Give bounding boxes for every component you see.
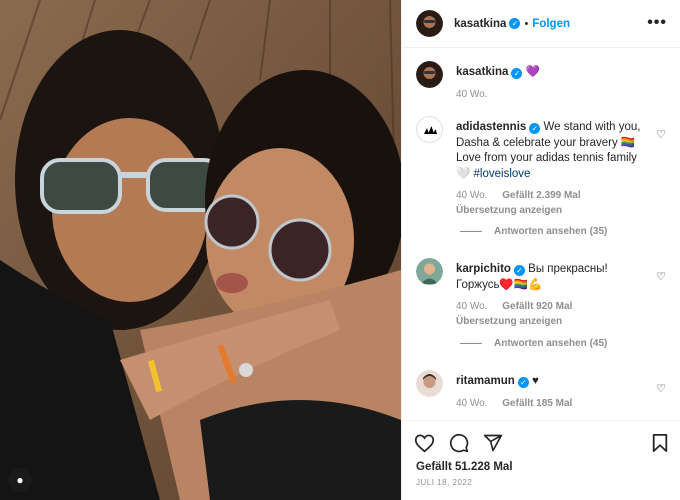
comment-like-heart-icon[interactable]: ♡ xyxy=(656,128,666,141)
share-icon[interactable] xyxy=(483,433,503,453)
comment-like-heart-icon[interactable]: ♡ xyxy=(656,270,666,283)
view-replies-button[interactable]: Antworten ansehen (45) xyxy=(460,338,607,349)
comment-like-heart-icon[interactable]: ♡ xyxy=(656,382,666,395)
translate-link[interactable]: Übersetzung anzeigen xyxy=(456,314,654,329)
hashtag-link[interactable]: #loveislove xyxy=(474,168,531,180)
view-replies-label: Antworten ansehen (45) xyxy=(494,338,608,349)
comment-avatar[interactable] xyxy=(416,116,443,143)
comment-text: ♥ xyxy=(532,375,539,387)
caption-username[interactable]: kasatkina xyxy=(456,66,508,78)
caption-time[interactable]: 40 Wo. xyxy=(456,89,488,100)
comment-time[interactable]: 40 Wo. xyxy=(456,301,488,312)
replies-divider xyxy=(460,343,482,344)
caption-avatar[interactable] xyxy=(416,61,443,88)
author-username[interactable]: kasatkina xyxy=(454,18,506,30)
post-header: kasatkina ✓ • Folgen ••• xyxy=(402,0,680,48)
comment-avatar[interactable] xyxy=(416,258,443,285)
view-replies-label: Antworten ansehen (35) xyxy=(494,226,608,237)
comment-likes[interactable]: Gefällt 920 Mal xyxy=(502,301,572,312)
comment-time[interactable]: 40 Wo. xyxy=(456,190,488,201)
verified-badge-icon: ✓ xyxy=(513,265,525,276)
post-date: JULI 18, 2022 xyxy=(416,478,473,487)
like-count[interactable]: Gefällt 51.228 Mal xyxy=(416,461,513,473)
comment-icon[interactable] xyxy=(449,433,469,453)
heart-icon[interactable] xyxy=(414,433,435,453)
post-image xyxy=(0,0,401,500)
verified-badge-icon: ✓ xyxy=(509,18,521,29)
post-photo[interactable] xyxy=(0,0,401,500)
comment-username[interactable]: ritamamun xyxy=(456,375,515,387)
bookmark-icon[interactable] xyxy=(651,433,669,453)
comment-time[interactable]: 40 Wo. xyxy=(456,398,488,409)
comment-username[interactable]: adidastennis xyxy=(456,121,526,133)
replies-divider xyxy=(460,231,482,232)
comment-likes[interactable]: Gefällt 2.399 Mal xyxy=(502,190,580,201)
comment-likes[interactable]: Gefällt 185 Mal xyxy=(502,398,572,409)
caption-text: 💜 xyxy=(525,66,540,78)
post-sidebar: kasatkina ✓ • Folgen ••• kasatkina ✓ 💜 40… xyxy=(401,0,680,500)
verified-badge-icon: ✓ xyxy=(529,123,541,134)
verified-badge-icon: ✓ xyxy=(517,377,529,388)
translate-link[interactable]: Übersetzung anzeigen xyxy=(456,203,654,218)
comments-list: kasatkina ✓ 💜 40 Wo. adidastennis ✓ We sta… xyxy=(402,49,680,419)
author-avatar[interactable] xyxy=(416,10,443,37)
view-replies-button[interactable]: Antworten ansehen (35) xyxy=(460,226,607,237)
comment-username[interactable]: karpichito xyxy=(456,263,511,275)
more-options-icon[interactable]: ••• xyxy=(647,14,667,32)
separator-dot: • xyxy=(524,17,529,30)
comment-avatar[interactable] xyxy=(416,370,443,397)
follow-button[interactable]: Folgen xyxy=(532,18,570,30)
verified-badge-icon: ✓ xyxy=(511,68,523,79)
user-tag-icon[interactable]: ● xyxy=(8,468,32,492)
post-actions: Gefällt 51.228 Mal JULI 18, 2022 xyxy=(402,420,680,500)
